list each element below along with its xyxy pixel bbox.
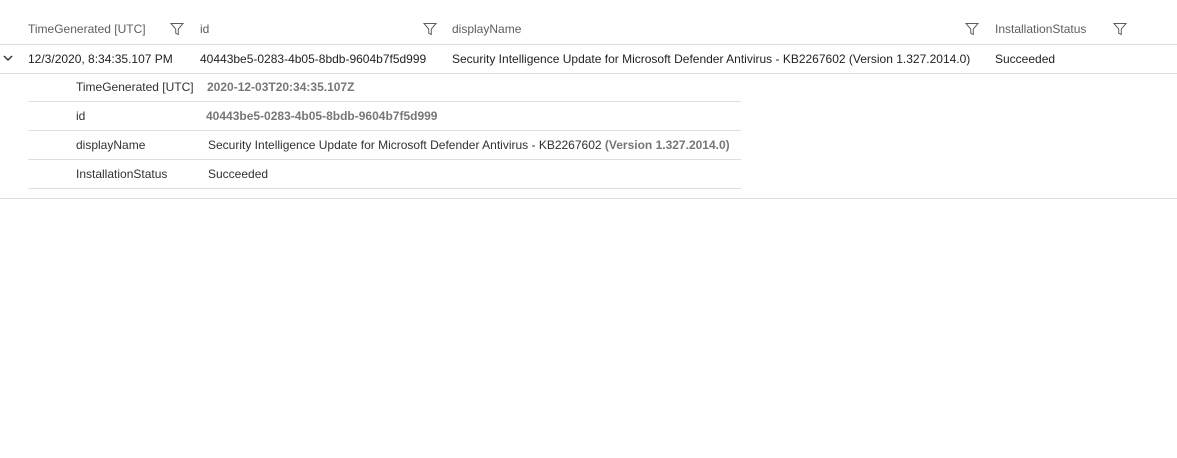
cell-displayname: Security Intelligence Update for Microso… (452, 52, 971, 66)
row-detail-panel: TimeGenerated [UTC] 2020-12-03T20:34:35.… (28, 73, 741, 189)
detail-value: 40443be5-0283-4b05-8bdb-9604b7f5d999 (206, 109, 438, 123)
detail-key: TimeGenerated [UTC] (76, 80, 194, 94)
grid-header: TimeGenerated [UTC] id displayName Insta… (0, 14, 1177, 44)
cell-installationstatus: Succeeded (995, 52, 1056, 66)
filter-icon[interactable] (423, 22, 437, 36)
chevron-down-icon[interactable] (2, 51, 14, 63)
divider (0, 198, 1177, 199)
filter-icon[interactable] (170, 22, 184, 36)
detail-value: Succeeded (208, 167, 269, 181)
column-header-installationstatus[interactable]: InstallationStatus (995, 14, 1086, 44)
detail-row-id: id 40443be5-0283-4b05-8bdb-9604b7f5d999 (28, 102, 741, 131)
cell-timegenerated: 12/3/2020, 8:34:35.107 PM (28, 52, 173, 66)
cell-id: 40443be5-0283-4b05-8bdb-9604b7f5d999 (200, 52, 427, 66)
detail-value-version: (Version 1.327.2014.0) (604, 138, 730, 152)
filter-icon[interactable] (1113, 22, 1127, 36)
detail-value: 2020-12-03T20:34:35.107Z (207, 80, 355, 94)
detail-key: displayName (76, 138, 146, 152)
column-header-id[interactable]: id (200, 14, 209, 44)
detail-key: InstallationStatus (76, 167, 168, 181)
detail-row-displayname: displayName Security Intelligence Update… (28, 131, 741, 160)
detail-row-timegenerated: TimeGenerated [UTC] 2020-12-03T20:34:35.… (28, 73, 741, 102)
detail-row-installationstatus: InstallationStatus Succeeded (28, 160, 741, 189)
filter-icon[interactable] (965, 22, 979, 36)
column-header-displayname[interactable]: displayName (452, 14, 521, 44)
column-header-timegenerated[interactable]: TimeGenerated [UTC] (28, 14, 146, 44)
detail-key: id (76, 109, 86, 123)
detail-value: Security Intelligence Update for Microso… (208, 131, 730, 159)
table-row[interactable]: 12/3/2020, 8:34:35.107 PM 40443be5-0283-… (0, 44, 1177, 74)
detail-value-text: Security Intelligence Update for Microso… (208, 138, 602, 152)
